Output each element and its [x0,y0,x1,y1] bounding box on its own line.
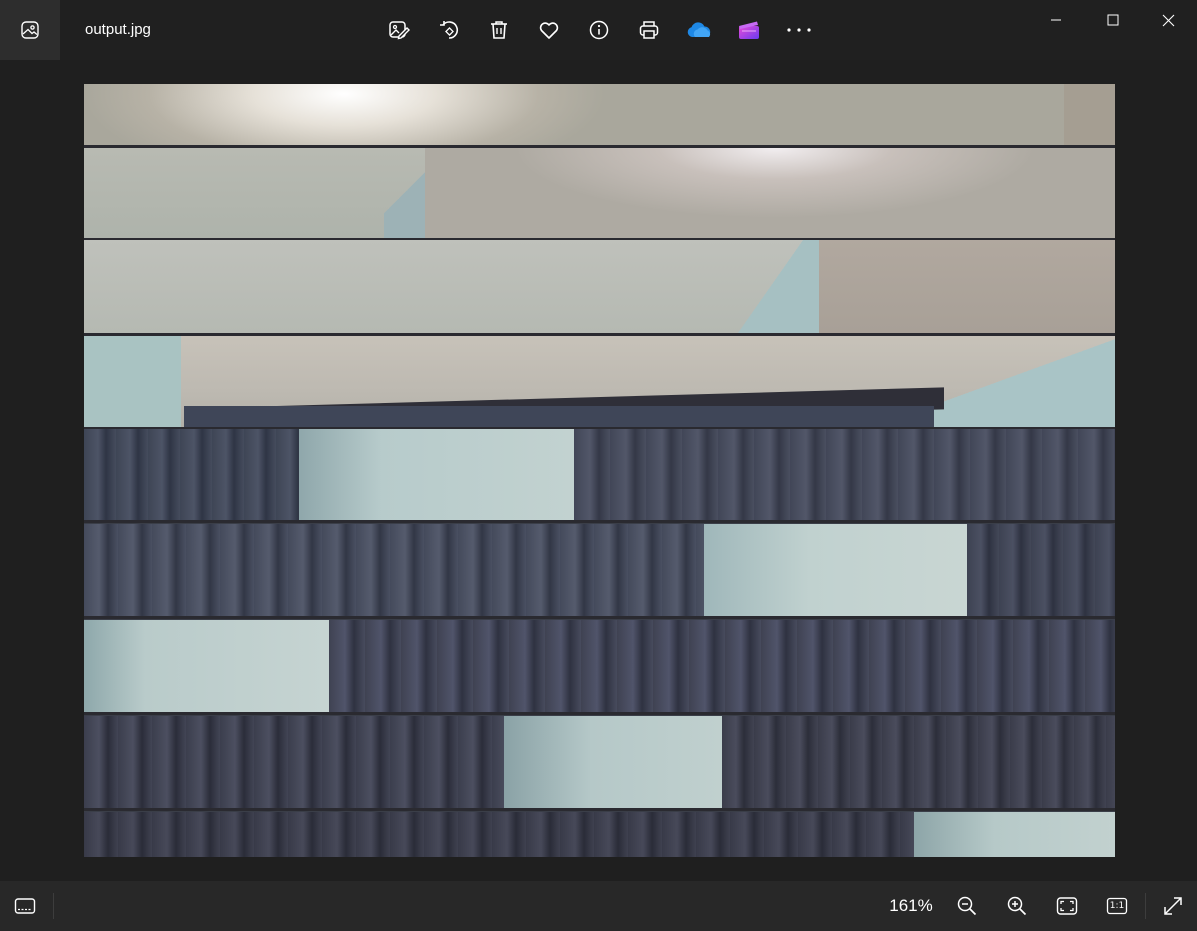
minimize-button[interactable] [1027,0,1084,40]
title-bar: output.jpg [0,0,1197,60]
print-button[interactable] [634,15,664,45]
photo-strip [84,812,1115,857]
zoom-out-icon [956,895,978,917]
delete-button[interactable] [484,15,514,45]
gallery-button[interactable] [0,0,60,60]
photo-strip [84,716,1115,808]
photo-strip [84,84,1115,146]
close-icon [1162,14,1175,27]
delete-icon [488,19,510,41]
edit-image-button[interactable] [384,15,414,45]
photos-app-icon [20,20,40,40]
onedrive-button[interactable] [684,15,714,45]
photo-strip [84,429,1115,521]
status-divider [1145,893,1146,919]
close-button[interactable] [1140,0,1197,40]
actual-size-button[interactable]: 1:1 [1102,891,1132,921]
rotate-icon [438,19,460,41]
onedrive-cloud-icon [685,20,713,40]
photo-strip [84,240,1115,333]
actual-size-label: 1:1 [1109,901,1125,911]
zoom-in-button[interactable] [1002,891,1032,921]
file-info-button[interactable] [584,15,614,45]
rotate-button[interactable] [434,15,464,45]
fit-to-window-icon [1056,896,1078,916]
edit-image-icon [388,19,410,41]
filmstrip-icon [14,897,36,915]
status-bar: 161% 1:1 [0,881,1197,931]
image-viewer[interactable] [0,60,1197,881]
favorite-heart-icon [538,19,560,41]
maximize-button[interactable] [1084,0,1141,40]
filmstrip-toggle-button[interactable] [10,891,40,921]
minimize-icon [1050,14,1062,26]
zoom-in-icon [1006,895,1028,917]
photo-strip [84,524,1115,616]
file-info-icon [588,19,610,41]
print-icon [638,19,660,41]
full-screen-button[interactable] [1158,891,1188,921]
displayed-photo [84,84,1115,857]
status-divider [53,893,54,919]
photo-strip [84,620,1115,712]
clipchamp-icon [737,19,761,41]
photos-app-window: output.jpg 161% 1:1 [0,0,1197,931]
actual-size-icon: 1:1 [1106,897,1128,915]
file-name: output.jpg [85,21,151,38]
clipchamp-button[interactable] [734,15,764,45]
zoom-out-button[interactable] [952,891,982,921]
photo-strip [84,336,1115,428]
more-options-button[interactable] [784,15,814,45]
fit-to-window-button[interactable] [1052,891,1082,921]
more-options-icon [786,26,812,34]
favorite-button[interactable] [534,15,564,45]
full-screen-icon [1162,895,1184,917]
photo-strip [84,148,1115,238]
maximize-icon [1107,14,1119,26]
zoom-level[interactable]: 161% [880,896,942,916]
